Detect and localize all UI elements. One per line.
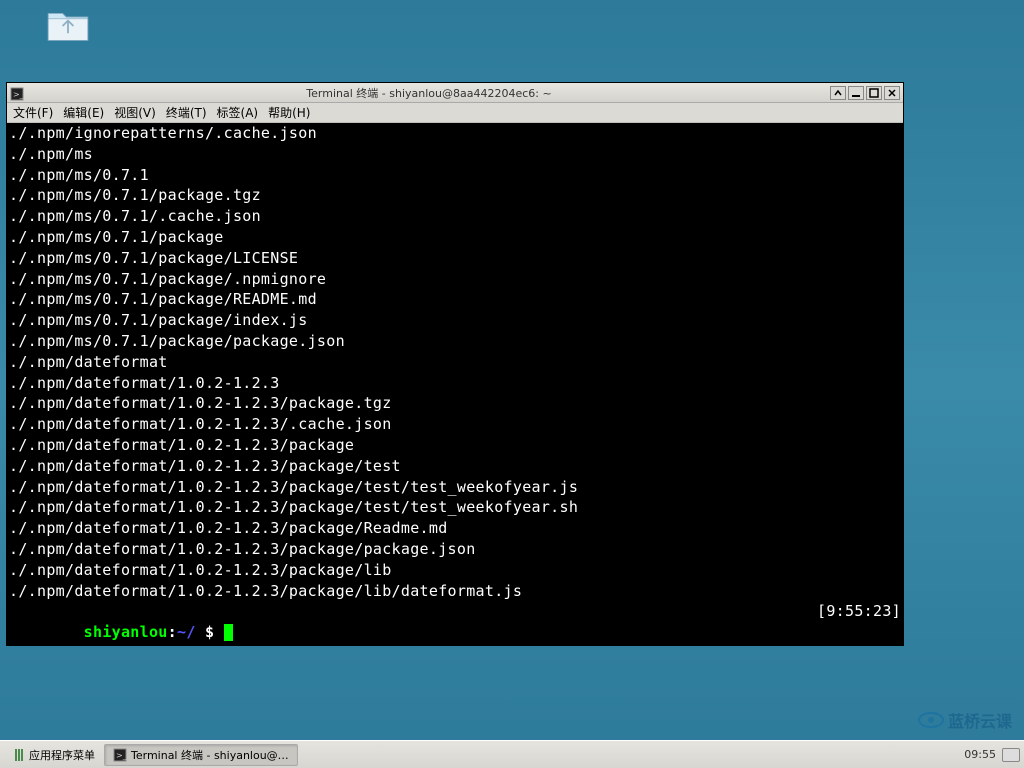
menu-tabs[interactable]: 标签(A)	[217, 104, 259, 121]
terminal-output: ./.npm/ignorepatterns/.cache.json ./.npm…	[9, 123, 901, 601]
app-menu-label: 应用程序菜单	[29, 747, 95, 763]
taskbar-task-label: Terminal 终端 - shiyanlou@…	[131, 747, 289, 763]
menubar: 文件(F) 编辑(E) 视图(V) 终端(T) 标签(A) 帮助(H)	[7, 103, 903, 123]
terminal-prompt: shiyanlou:~/ $ [9:55:23]	[9, 601, 901, 645]
prompt-dollar: $	[196, 623, 224, 641]
desktop-folder-icon[interactable]	[46, 8, 90, 44]
close-button[interactable]	[884, 86, 900, 100]
watermark: 蓝桥云课	[918, 708, 1012, 732]
menu-help[interactable]: 帮助(H)	[268, 104, 310, 121]
prompt-user: shiyanlou	[84, 623, 168, 641]
window-title: Terminal 终端 - shiyanlou@8aa442204ec6: ~	[28, 85, 830, 101]
taskbar: 应用程序菜单 >_ Terminal 终端 - shiyanlou@… 09:5…	[0, 740, 1024, 768]
terminal-window: >_ Terminal 终端 - shiyanlou@8aa442204ec6:…	[6, 82, 904, 646]
maximize-button[interactable]	[866, 86, 882, 100]
xfce-icon	[13, 748, 25, 762]
taskbar-task-terminal[interactable]: >_ Terminal 终端 - shiyanlou@…	[104, 744, 298, 766]
taskbar-clock[interactable]: 09:55	[964, 748, 996, 761]
menu-terminal[interactable]: 终端(T)	[166, 104, 207, 121]
app-menu-button[interactable]: 应用程序菜单	[4, 744, 104, 766]
svg-text:>_: >_	[116, 751, 127, 760]
menu-edit[interactable]: 编辑(E)	[63, 104, 104, 121]
minimize-button[interactable]	[848, 86, 864, 100]
window-titlebar[interactable]: >_ Terminal 终端 - shiyanlou@8aa442204ec6:…	[7, 83, 903, 103]
terminal-body[interactable]: ./.npm/ignorepatterns/.cache.json ./.npm…	[7, 123, 903, 645]
cursor-icon	[224, 624, 233, 641]
keyboard-icon[interactable]	[1002, 748, 1020, 762]
menu-view[interactable]: 视图(V)	[114, 104, 156, 121]
prompt-time: [9:55:23]	[817, 601, 901, 645]
terminal-icon: >_	[113, 748, 127, 762]
shade-button[interactable]	[830, 86, 846, 100]
svg-text:>_: >_	[13, 90, 24, 99]
menu-file[interactable]: 文件(F)	[13, 104, 53, 121]
terminal-icon: >_	[10, 86, 24, 100]
prompt-sep: :	[168, 623, 177, 641]
prompt-path: ~/	[177, 623, 196, 641]
